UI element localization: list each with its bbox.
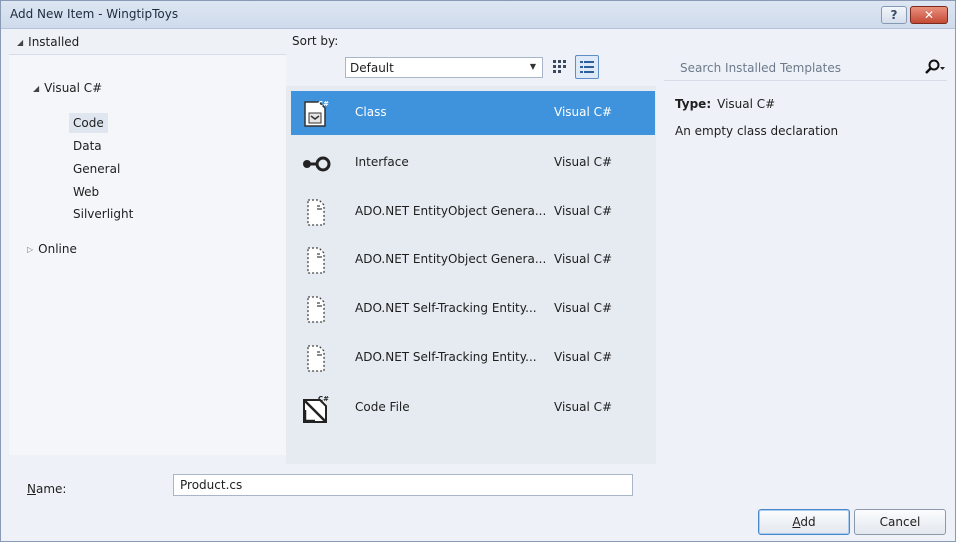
tree-item-data[interactable]: Data — [73, 136, 102, 156]
tree-item-code[interactable]: Code — [69, 113, 108, 133]
collapsed-triangle-icon: ▷ — [27, 244, 34, 254]
template-name: Class — [355, 105, 387, 119]
templates-list: C# Class Visual C# Interface Visual C# A… — [286, 86, 656, 464]
grid-view-icon — [553, 60, 566, 73]
interface-icon — [303, 156, 331, 172]
template-row-ado-entityobject-1[interactable]: ADO.NET EntityObject Genera... Visual C# — [291, 190, 655, 234]
code-file-icon: C# — [303, 395, 329, 423]
search-icon — [925, 59, 945, 74]
template-language: Visual C# — [554, 155, 613, 169]
tree-item-visual-csharp[interactable]: ◢ Visual C# — [33, 78, 102, 98]
svg-text:C#: C# — [318, 100, 329, 108]
chevron-down-icon: ▼ — [529, 62, 536, 71]
class-icon: C# — [304, 100, 329, 127]
tree-item-web[interactable]: Web — [73, 182, 99, 202]
list-view-icon — [580, 61, 594, 73]
help-icon: ? — [890, 8, 898, 22]
template-name: ADO.NET Self-Tracking Entity... — [355, 350, 537, 364]
name-input[interactable] — [173, 474, 633, 496]
add-button[interactable]: Add — [758, 509, 850, 535]
template-language: Visual C# — [554, 350, 613, 364]
document-icon — [307, 345, 325, 372]
template-name: Interface — [355, 155, 409, 169]
svg-text:C#: C# — [318, 395, 329, 403]
type-value: Visual C# — [717, 97, 776, 111]
close-icon: ✕ — [923, 8, 935, 22]
expanded-triangle-icon: ◢ — [33, 83, 40, 93]
sort-by-dropdown[interactable]: Default ▼ — [345, 57, 543, 78]
document-icon — [307, 296, 325, 323]
type-label: Type: — [675, 97, 712, 111]
template-description: An empty class declaration — [675, 124, 839, 138]
tree-item-general[interactable]: General — [73, 159, 120, 179]
close-button[interactable]: ✕ — [910, 6, 948, 24]
expanded-triangle-icon: ◢ — [17, 37, 24, 47]
tree-item-online[interactable]: ▷ Online — [27, 239, 77, 259]
sort-by-value: Default — [350, 60, 394, 75]
template-language: Visual C# — [554, 252, 613, 266]
template-language: Visual C# — [554, 400, 613, 414]
template-row-interface[interactable]: Interface Visual C# — [291, 141, 655, 185]
search-templates-box[interactable]: Search Installed Templates — [664, 55, 947, 81]
name-label: Name: — [27, 482, 67, 496]
list-view-button[interactable] — [575, 55, 599, 79]
template-name: ADO.NET Self-Tracking Entity... — [355, 301, 537, 315]
template-row-ado-selftracking-1[interactable]: ADO.NET Self-Tracking Entity... Visual C… — [291, 287, 655, 331]
categories-pane: ◢ Installed ◢ Visual C# Code Data Genera… — [9, 29, 286, 455]
search-button[interactable] — [922, 58, 946, 78]
help-button[interactable]: ? — [881, 6, 907, 24]
installed-header[interactable]: ◢ Installed — [9, 29, 286, 55]
template-language: Visual C# — [554, 105, 613, 119]
add-new-item-dialog: Add New Item - WingtipToys ? ✕ ◢ Install… — [0, 0, 956, 542]
template-type: Type: Visual C# — [675, 97, 775, 111]
installed-label: Installed — [28, 35, 80, 49]
tree-item-silverlight[interactable]: Silverlight — [73, 204, 133, 224]
template-language: Visual C# — [554, 204, 613, 218]
document-icon — [307, 247, 325, 274]
small-icons-view-button[interactable] — [548, 55, 572, 79]
document-icon — [307, 199, 325, 226]
template-row-class[interactable]: C# Class Visual C# — [291, 91, 655, 135]
window-title: Add New Item - WingtipToys — [10, 7, 179, 21]
title-bar: Add New Item - WingtipToys ? ✕ — [1, 1, 955, 29]
search-input[interactable]: Search Installed Templates — [680, 61, 841, 75]
cancel-button[interactable]: Cancel — [854, 509, 946, 535]
sort-by-label: Sort by: — [292, 34, 339, 48]
template-language: Visual C# — [554, 301, 613, 315]
template-row-ado-entityobject-2[interactable]: ADO.NET EntityObject Genera... Visual C# — [291, 238, 655, 282]
template-row-code-file[interactable]: C# Code File Visual C# — [291, 386, 655, 430]
template-name: Code File — [355, 400, 410, 414]
template-name: ADO.NET EntityObject Genera... — [355, 252, 547, 266]
template-name: ADO.NET EntityObject Genera... — [355, 204, 547, 218]
template-row-ado-selftracking-2[interactable]: ADO.NET Self-Tracking Entity... Visual C… — [291, 336, 655, 380]
